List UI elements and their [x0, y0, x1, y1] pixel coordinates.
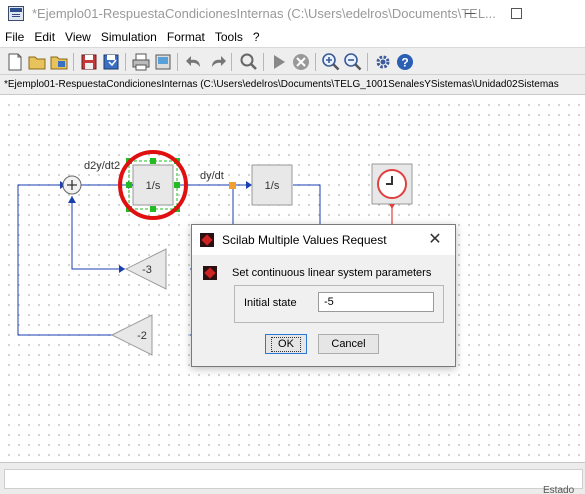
menu-format[interactable]: Format	[162, 27, 210, 47]
dialog-title: Scilab Multiple Values Request	[222, 233, 387, 247]
minimize-button[interactable]	[447, 0, 493, 27]
arrow-head	[68, 196, 76, 203]
diagram-path-bar: *Ejemplo01-RespuestaCondicionesInternas …	[0, 75, 585, 95]
minimize-icon	[465, 13, 475, 14]
gain-1-label: -3	[142, 264, 152, 276]
scilab-icon	[203, 266, 217, 280]
parameters-dialog: Scilab Multiple Values Request ✕ Set con…	[191, 224, 456, 367]
dialog-title-bar: Scilab Multiple Values Request ✕	[192, 225, 455, 255]
save-as-icon[interactable]	[101, 52, 121, 72]
gain-block-2[interactable]: -2	[110, 314, 153, 356]
menu-bar: File Edit View Simulation Format Tools ?	[0, 27, 585, 47]
svg-text:?: ?	[401, 56, 408, 70]
title-bar: *Ejemplo01-RespuestaCondicionesInternas …	[0, 0, 585, 27]
toolbar-separator	[315, 53, 316, 71]
new-diagram-icon[interactable]	[5, 52, 25, 72]
parameter-group: Initial state	[234, 285, 444, 323]
stop-icon[interactable]	[291, 52, 311, 72]
fit-zoom-icon[interactable]	[239, 52, 259, 72]
menu-file[interactable]: File	[0, 27, 29, 47]
gain-block-1[interactable]: -3	[119, 248, 167, 290]
cancel-button[interactable]: Cancel	[318, 334, 379, 354]
toolbar-separator	[367, 53, 368, 71]
menu-view[interactable]: View	[60, 27, 96, 47]
toolbar-separator	[125, 53, 126, 71]
menu-tools[interactable]: Tools	[210, 27, 248, 47]
export-icon[interactable]	[153, 52, 173, 72]
integrator-2-label: 1/s	[265, 180, 280, 192]
split-point	[229, 182, 236, 189]
toolbar-separator	[73, 53, 74, 71]
toolbar: ?	[0, 47, 585, 75]
initial-state-label: Initial state	[244, 297, 297, 309]
clock-block[interactable]	[371, 163, 413, 230]
open-icon[interactable]	[27, 52, 47, 72]
initial-state-input[interactable]	[318, 292, 434, 312]
print-icon[interactable]	[131, 52, 151, 72]
ok-button[interactable]: OK	[265, 334, 307, 354]
zoom-out-icon[interactable]	[343, 52, 363, 72]
toolbar-separator	[177, 53, 178, 71]
open-in-icon[interactable]	[49, 52, 69, 72]
label-d2: d2y/dt2	[84, 160, 120, 172]
scroll-track[interactable]	[4, 469, 583, 489]
menu-simulation[interactable]: Simulation	[96, 27, 162, 47]
menu-help[interactable]: ?	[248, 27, 265, 47]
scilab-xcos-icon	[8, 6, 24, 21]
window-title: *Ejemplo01-RespuestaCondicionesInternas …	[32, 6, 496, 21]
integrator-1-label: 1/s	[146, 180, 161, 192]
help-icon[interactable]: ?	[395, 52, 415, 72]
horizontal-scrollbar[interactable]: Estado	[0, 462, 585, 494]
dialog-heading: Set continuous linear system parameters	[232, 267, 432, 279]
maximize-icon	[510, 8, 522, 19]
setup-icon[interactable]	[373, 52, 393, 72]
maximize-button[interactable]	[493, 0, 539, 27]
label-d1: dy/dt	[200, 170, 224, 182]
integrator-block-2[interactable]: 1/s	[251, 164, 293, 206]
toolbar-separator	[263, 53, 264, 71]
sum-block[interactable]	[62, 175, 82, 195]
menu-edit[interactable]: Edit	[29, 27, 60, 47]
arrow-head	[246, 181, 252, 189]
toolbar-separator	[231, 53, 232, 71]
zoom-in-icon[interactable]	[321, 52, 341, 72]
close-icon[interactable]: ✕	[422, 228, 448, 252]
ok-label: OK	[271, 337, 301, 352]
redo-icon[interactable]	[207, 52, 227, 72]
scilab-icon	[200, 233, 214, 247]
undo-icon[interactable]	[185, 52, 205, 72]
integrator-block-1[interactable]: 1/s	[126, 158, 180, 212]
start-icon[interactable]	[269, 52, 289, 72]
gain-2-label: -2	[137, 330, 147, 342]
diagram-path: *Ejemplo01-RespuestaCondicionesInternas …	[4, 79, 559, 90]
status-label: Estado	[543, 485, 575, 494]
save-icon[interactable]	[79, 52, 99, 72]
